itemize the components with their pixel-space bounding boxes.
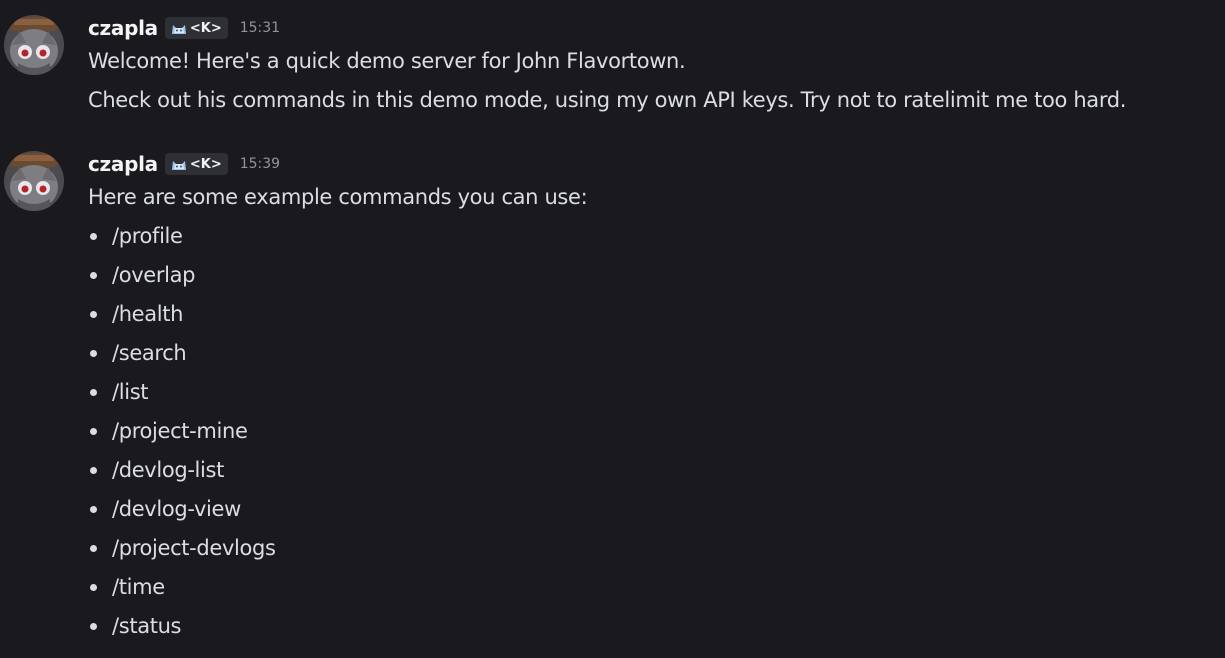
timestamp[interactable]: 15:31 [240,20,280,36]
list-item: /project-devlogs [88,535,1218,561]
command-text: /health [112,302,184,326]
user-avatar-icon [4,15,64,75]
command-text: /overlap [112,263,196,287]
command-text: /project-mine [112,419,248,443]
command-text: /profile [112,224,183,248]
timestamp[interactable]: 15:39 [240,156,280,172]
tag-label: <K> [189,156,222,172]
command-text: /time [112,575,165,599]
bullet [90,232,97,240]
server-tag[interactable]: <K> [164,153,228,175]
command-list: /profile /overlap /health /search /list … [88,223,1218,639]
cat-tag-icon [170,156,188,172]
message-content: Welcome! Here's a quick demo server for … [88,48,1218,113]
list-item: /status [88,613,1218,639]
cat-tag-icon [170,20,188,36]
command-text: /devlog-list [112,458,224,482]
list-item: /devlog-view [88,496,1218,522]
avatar[interactable] [4,151,64,211]
list-item: /list [88,379,1218,405]
list-item: /profile [88,223,1218,249]
bullet [90,505,97,513]
username[interactable]: czapla [88,16,158,40]
command-text: /project-devlogs [112,536,276,560]
user-avatar-icon [4,151,64,211]
bullet [90,271,97,279]
bullet [90,427,97,435]
bullet [90,466,97,474]
list-item: /devlog-list [88,457,1218,483]
message-header: czapla <K> 15:39 [88,150,280,178]
avatar[interactable] [4,15,64,75]
message-text: Welcome! Here's a quick demo server for … [88,49,686,73]
command-text: /list [112,380,149,404]
message-text: Check out his commands in this demo mode… [88,88,1127,112]
command-text: /status [112,614,182,638]
bullet [90,544,97,552]
tag-label: <K> [189,20,222,36]
bullet [90,583,97,591]
list-item: /search [88,340,1218,366]
message-text: Here are some example commands you can u… [88,185,588,209]
list-item: /project-mine [88,418,1218,444]
message-header: czapla <K> 15:31 [88,14,280,42]
bullet [90,622,97,630]
list-item: /health [88,301,1218,327]
bullet [90,310,97,318]
message-content: Here are some example commands you can u… [88,184,1218,652]
bullet [90,388,97,396]
list-item: /overlap [88,262,1218,288]
command-text: /search [112,341,187,365]
bullet [90,349,97,357]
list-item: /time [88,574,1218,600]
server-tag[interactable]: <K> [164,17,228,39]
command-text: /devlog-view [112,497,241,521]
username[interactable]: czapla [88,152,158,176]
